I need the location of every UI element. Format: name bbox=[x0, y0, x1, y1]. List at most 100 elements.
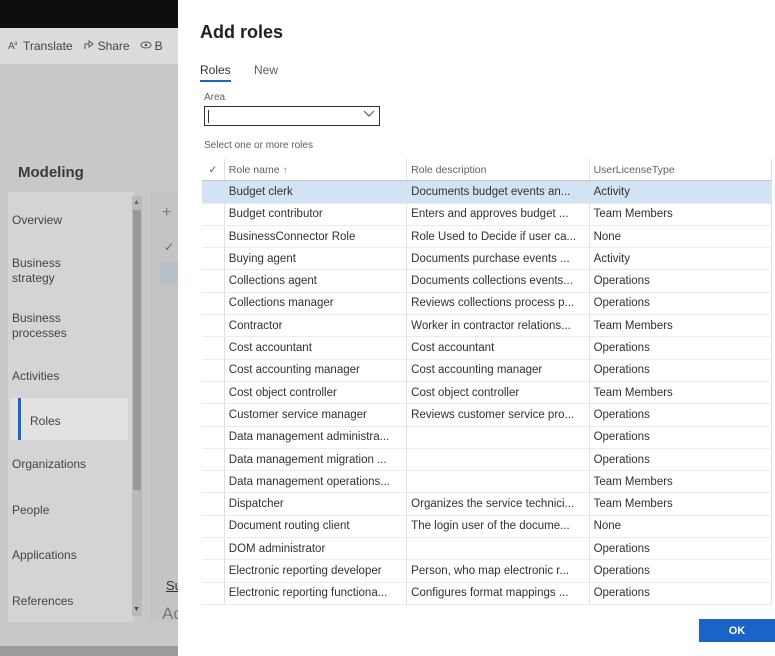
translate-label: Translate bbox=[23, 39, 73, 53]
column-header-role-description[interactable]: Role description bbox=[406, 159, 590, 182]
nav-item-activities[interactable]: Activities bbox=[12, 369, 59, 384]
cell-license-type: Operations bbox=[589, 426, 773, 449]
nav-item-people[interactable]: People bbox=[12, 503, 49, 518]
background-footer bbox=[0, 646, 178, 656]
scroll-up-icon[interactable]: ▲ bbox=[133, 199, 140, 206]
ok-button[interactable]: OK bbox=[699, 619, 775, 642]
nav-item-overview[interactable]: Overview bbox=[12, 213, 62, 228]
background-content bbox=[150, 192, 178, 622]
table-row[interactable]: Data management operations... Team Member… bbox=[202, 470, 773, 494]
row-checkbox[interactable] bbox=[202, 203, 225, 226]
roles-grid: ✓ Role name ↑ Role description UserLicens… bbox=[202, 159, 773, 605]
background-text-fragment: Ac bbox=[162, 604, 178, 623]
cell-role-name: Electronic reporting developer bbox=[224, 559, 408, 583]
table-row[interactable]: Data management migration ... Operations bbox=[202, 448, 773, 472]
row-checkbox[interactable] bbox=[202, 180, 225, 204]
cell-license-type: Team Members bbox=[589, 492, 773, 516]
table-row[interactable]: Electronic reporting developer Person, wh… bbox=[202, 559, 773, 583]
table-row[interactable]: Document routing client The login user of… bbox=[202, 515, 773, 539]
row-checkbox[interactable] bbox=[202, 314, 225, 338]
table-row[interactable]: Collections agent Documents collections e… bbox=[202, 269, 773, 293]
table-row[interactable]: Contractor Worker in contractor relations… bbox=[202, 314, 773, 338]
nav-item-roles[interactable]: Roles bbox=[30, 414, 61, 429]
table-row[interactable]: DOM administrator Operations bbox=[202, 537, 773, 561]
cell-role-description bbox=[406, 426, 590, 449]
row-checkbox[interactable] bbox=[202, 336, 225, 360]
column-header-license-type[interactable]: UserLicenseType bbox=[589, 159, 773, 182]
sort-ascending-icon: ↑ bbox=[282, 164, 288, 176]
table-row[interactable]: Cost accounting manager Cost accounting m… bbox=[202, 359, 773, 382]
cell-license-type: Activity bbox=[589, 180, 773, 204]
nav-item-references[interactable]: References bbox=[12, 594, 73, 609]
row-checkbox[interactable] bbox=[202, 403, 225, 427]
cell-role-name: Cost object controller bbox=[224, 381, 408, 405]
add-icon[interactable]: + bbox=[162, 204, 171, 222]
table-row[interactable]: Cost object controller Cost object contro… bbox=[202, 381, 773, 405]
nav-item-organizations[interactable]: Organizations bbox=[12, 457, 86, 472]
row-checkbox[interactable] bbox=[202, 247, 225, 271]
cell-license-type: Activity bbox=[589, 247, 773, 271]
row-checkbox[interactable] bbox=[202, 448, 225, 472]
tab-new[interactable]: New bbox=[254, 63, 278, 77]
cell-role-description: Configures format mappings ... bbox=[406, 582, 590, 605]
area-dropdown[interactable] bbox=[204, 106, 380, 126]
nav-item-business-processes[interactable]: Business processes bbox=[12, 311, 67, 341]
share-label: Share bbox=[97, 39, 130, 53]
table-row[interactable]: BusinessConnector Role Role Used to Decid… bbox=[202, 225, 773, 249]
cell-role-description: Organizes the service technici... bbox=[406, 492, 590, 516]
row-checkbox[interactable] bbox=[202, 381, 225, 405]
row-checkbox[interactable] bbox=[202, 559, 225, 583]
table-row[interactable]: Electronic reporting functiona... Configu… bbox=[202, 582, 773, 605]
cell-role-name: Customer service manager bbox=[224, 403, 408, 427]
cell-role-description: Reviews customer service pro... bbox=[406, 403, 590, 427]
cell-role-description bbox=[406, 537, 590, 561]
select-roles-label: Select one or more roles bbox=[204, 140, 313, 151]
row-checkbox[interactable] bbox=[202, 582, 225, 605]
row-checkbox[interactable] bbox=[202, 492, 225, 516]
cell-role-name: Collections manager bbox=[224, 292, 408, 316]
cell-role-name: Electronic reporting functiona... bbox=[224, 582, 408, 605]
cell-license-type: Team Members bbox=[589, 470, 773, 494]
chevron-down-icon[interactable] bbox=[363, 110, 375, 121]
cell-role-description: Cost object controller bbox=[406, 381, 590, 405]
table-row[interactable]: Budget clerk Documents budget events an..… bbox=[202, 180, 773, 204]
scroll-down-icon[interactable]: ▼ bbox=[133, 606, 140, 613]
nav-scrollbar-thumb[interactable] bbox=[133, 210, 141, 490]
table-row[interactable]: Customer service manager Reviews customer… bbox=[202, 403, 773, 427]
cell-role-description bbox=[406, 470, 590, 494]
view-command[interactable]: B bbox=[140, 39, 163, 54]
cell-role-description: Documents purchase events ... bbox=[406, 247, 590, 271]
cell-role-description: Cost accountant bbox=[406, 336, 590, 360]
table-row[interactable]: Cost accountant Cost accountant Operations bbox=[202, 336, 773, 360]
table-row[interactable]: Dispatcher Organizes the service technici… bbox=[202, 492, 773, 516]
cell-role-description bbox=[406, 448, 590, 472]
nav-item-business-strategy[interactable]: Business strategy bbox=[12, 256, 61, 286]
share-command[interactable]: Share bbox=[83, 39, 130, 54]
row-checkbox[interactable] bbox=[202, 470, 225, 494]
checkmark-icon: ✓ bbox=[164, 240, 175, 254]
row-checkbox[interactable] bbox=[202, 515, 225, 539]
table-row[interactable]: Budget contributor Enters and approves bu… bbox=[202, 203, 773, 226]
nav-item-applications[interactable]: Applications bbox=[12, 548, 77, 563]
cell-license-type: Team Members bbox=[589, 381, 773, 405]
table-row[interactable]: Data management administra... Operations bbox=[202, 426, 773, 449]
translate-command[interactable]: Aa Translate bbox=[8, 39, 73, 54]
command-bar: Aa Translate Share B bbox=[0, 28, 178, 64]
cell-role-description: Documents budget events an... bbox=[406, 180, 590, 204]
row-checkbox[interactable] bbox=[202, 537, 225, 561]
select-all-checkbox[interactable]: ✓ bbox=[202, 159, 225, 182]
cell-license-type: Operations bbox=[589, 537, 773, 561]
row-checkbox[interactable] bbox=[202, 269, 225, 293]
column-header-role-name[interactable]: Role name ↑ bbox=[224, 159, 408, 182]
cell-license-type: Operations bbox=[589, 403, 773, 427]
table-row[interactable]: Collections manager Reviews collections p… bbox=[202, 292, 773, 316]
grid-header-row: ✓ Role name ↑ Role description UserLicens… bbox=[202, 159, 773, 182]
share-icon bbox=[83, 39, 95, 54]
row-checkbox[interactable] bbox=[202, 359, 225, 382]
row-checkbox[interactable] bbox=[202, 225, 225, 249]
row-checkbox[interactable] bbox=[202, 426, 225, 449]
tab-roles[interactable]: Roles bbox=[200, 63, 231, 77]
row-checkbox[interactable] bbox=[202, 292, 225, 316]
table-row[interactable]: Buying agent Documents purchase events ..… bbox=[202, 247, 773, 271]
area-label: Area bbox=[204, 92, 226, 103]
